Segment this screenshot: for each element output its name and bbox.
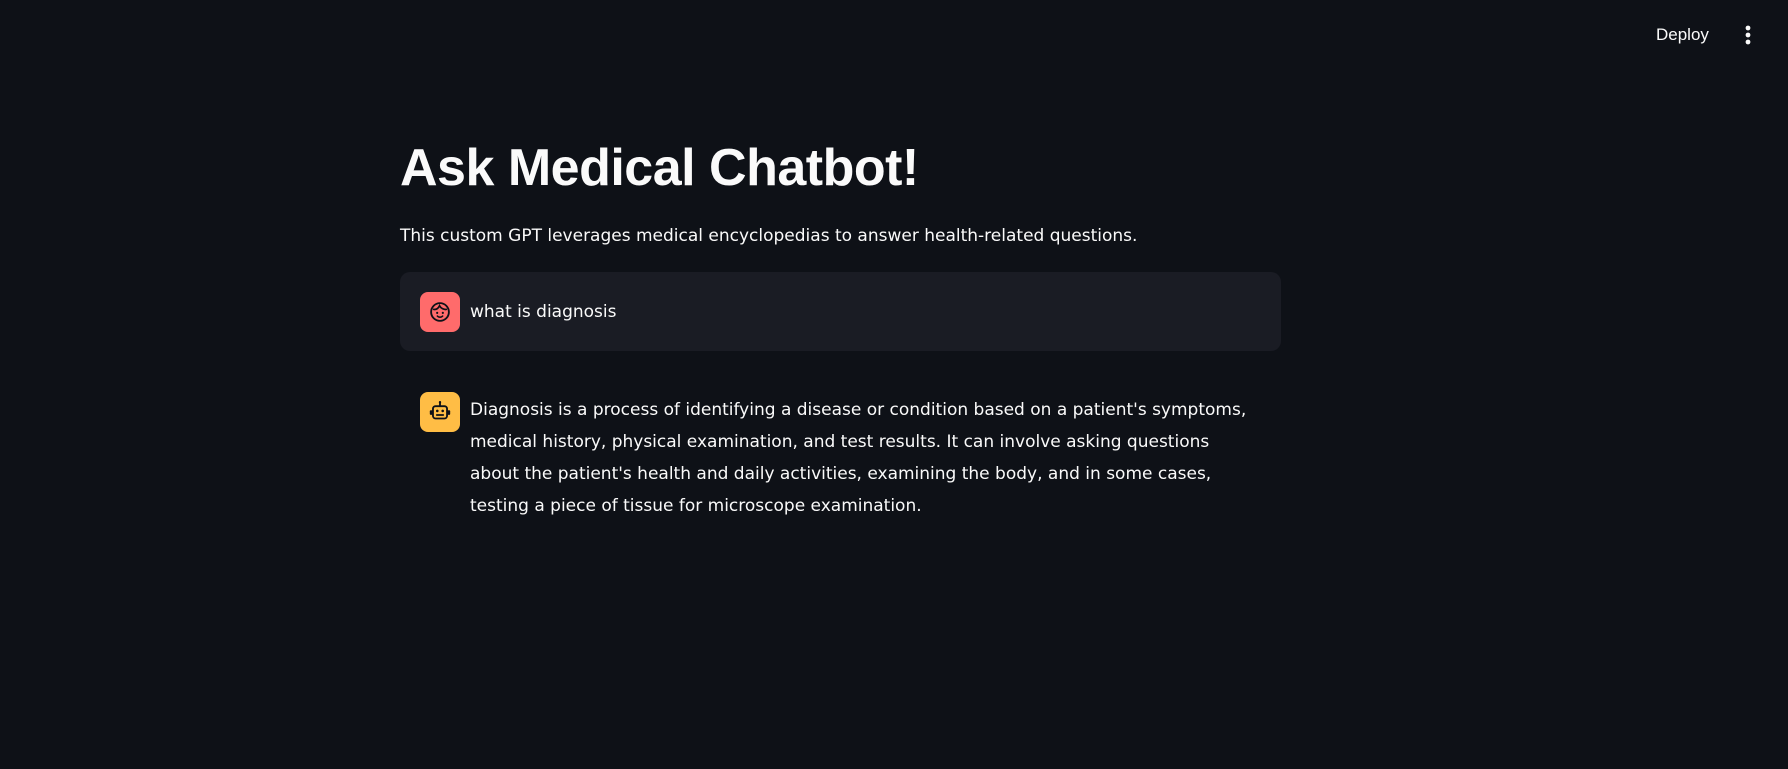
- app: Deploy Ask Medical Chatbot! This custom …: [0, 0, 1788, 769]
- main-menu-button[interactable]: [1736, 20, 1760, 50]
- user-avatar: [420, 292, 460, 332]
- header-toolbar: Deploy: [0, 0, 1788, 70]
- assistant-avatar: [420, 392, 460, 432]
- deploy-button[interactable]: Deploy: [1650, 22, 1715, 48]
- robot-icon: [429, 401, 451, 420]
- user-message-text: what is diagnosis: [470, 302, 617, 322]
- vertical-ellipsis-icon: [1745, 25, 1751, 45]
- page-title: Ask Medical Chatbot!: [400, 139, 919, 197]
- chat-message-user: what is diagnosis: [400, 272, 1281, 351]
- assistant-message-text: Diagnosis is a process of identifying a …: [470, 400, 1247, 516]
- chat-message-assistant: Diagnosis is a process of identifying a …: [400, 378, 1281, 528]
- page-caption: This custom GPT leverages medical encycl…: [400, 226, 1138, 246]
- user-face-icon: [430, 302, 450, 322]
